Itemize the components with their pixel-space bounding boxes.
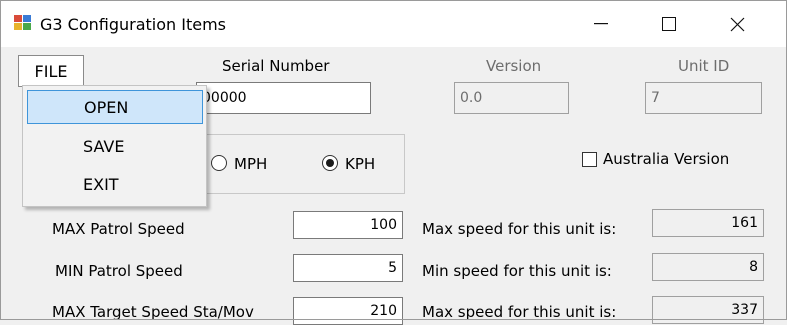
file-dropdown-menu: OPEN SAVE EXIT [22,85,207,207]
maximize-button[interactable] [646,1,692,47]
version-label: Version [486,57,542,75]
kph-radio[interactable] [322,155,338,171]
max-target-speed-field[interactable]: 210 [293,297,403,325]
menu-item-save-label: SAVE [83,136,125,156]
maximize-icon [662,17,676,31]
menu-item-save[interactable]: SAVE [27,129,203,163]
mph-label: MPH [234,155,268,173]
min-speed-info-label: Min speed for this unit is: [422,262,612,280]
max-target-speed-label: MAX Target Speed Sta/Mov [52,303,254,321]
max-target-info-label: Max speed for this unit is: [422,303,617,321]
menu-item-exit[interactable]: EXIT [27,167,203,201]
min-patrol-speed-field[interactable]: 5 [293,254,403,282]
menu-item-exit-label: EXIT [83,174,119,194]
max-speed-info-value: 161 [652,209,764,237]
australia-version-checkbox[interactable] [582,152,597,167]
serial-number-label: Serial Number [222,57,330,75]
min-speed-info-value: 8 [652,253,764,281]
app-icon[interactable] [14,14,31,31]
mph-radio[interactable] [211,155,227,171]
min-patrol-speed-label: MIN Patrol Speed [55,262,183,280]
minimize-icon [594,23,608,25]
serial-number-field[interactable]: 00000 [196,82,371,114]
max-speed-info-label: Max speed for this unit is: [422,220,617,238]
close-icon [730,17,744,31]
unit-id-field: 7 [645,82,762,114]
menu-item-open-label: OPEN [84,97,129,117]
close-button[interactable] [714,1,760,47]
max-patrol-speed-field[interactable]: 100 [293,211,403,239]
kph-label: KPH [345,155,376,173]
australia-version-label: Australia Version [603,150,730,168]
minimize-button[interactable] [578,1,624,47]
file-menu[interactable]: FILE [18,55,84,87]
version-field: 0.0 [454,82,569,114]
unit-id-label: Unit ID [678,57,730,75]
window-title: G3 Configuration Items [40,15,227,34]
menu-item-open[interactable]: OPEN [27,90,203,124]
max-patrol-speed-label: MAX Patrol Speed [52,220,185,238]
